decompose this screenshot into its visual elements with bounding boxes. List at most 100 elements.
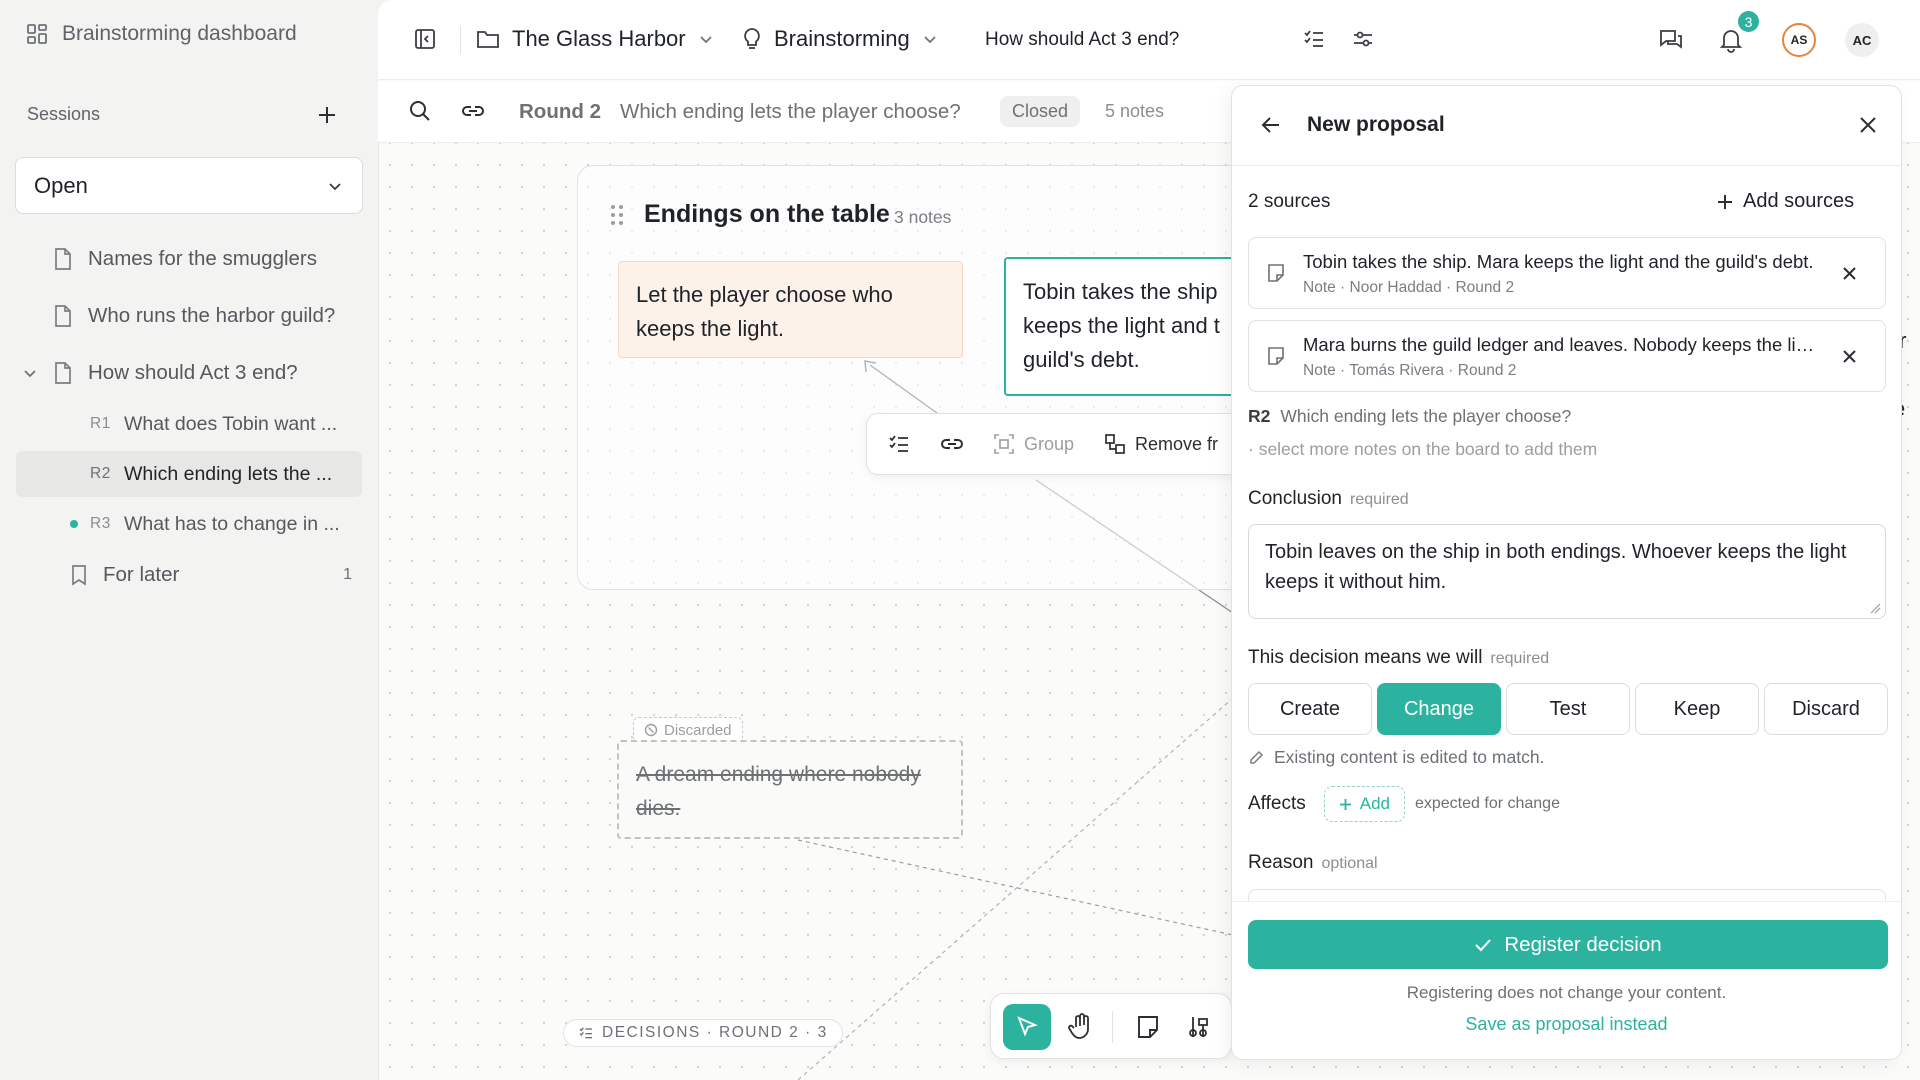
document-icon <box>52 304 74 328</box>
remove-source-icon[interactable] <box>1842 266 1857 281</box>
sidebar-round-r1[interactable]: R1 What does Tobin want ... <box>16 401 362 447</box>
source-card[interactable]: Tobin takes the ship. Mara keeps the lig… <box>1248 237 1886 309</box>
reason-label: Reason <box>1248 852 1314 873</box>
register-note: Registering does not change your content… <box>1406 983 1727 1002</box>
round-label: What does Tobin want ... <box>124 412 338 435</box>
collapse-sidebar-icon[interactable] <box>413 27 439 53</box>
round-tag: R3 <box>90 515 111 532</box>
chevron-down-icon[interactable] <box>22 365 38 381</box>
mode-selector[interactable]: Brainstorming <box>742 26 938 52</box>
group-count: 3 notes <box>894 207 952 227</box>
sidebar-item-for-later[interactable]: For later 1 <box>0 552 352 598</box>
group-icon <box>993 433 1015 455</box>
source-card[interactable]: Mara burns the guild ledger and leaves. … <box>1248 320 1886 392</box>
lightbulb-icon <box>742 27 762 51</box>
decision-label: This decision means we will <box>1248 647 1483 668</box>
conclusion-input[interactable]: Tobin leaves on the ship in both endings… <box>1248 524 1886 619</box>
add-session-button[interactable] <box>314 102 340 128</box>
affects-hint: expected for change <box>1414 795 1560 812</box>
sidebar-item-smugglers[interactable]: Names for the smugglers <box>0 236 360 282</box>
decision-tool-button[interactable] <box>1175 1004 1223 1050</box>
remove-source-icon[interactable] <box>1842 349 1857 364</box>
decision-create-button[interactable]: Create <box>1248 683 1372 735</box>
required-hint: required <box>1350 491 1409 508</box>
affects-add-button[interactable]: Add <box>1323 786 1405 822</box>
note-line: Tobin takes the ship <box>1023 279 1218 304</box>
sidebar-item-label: Who runs the harbor guild? <box>88 304 336 327</box>
round-label: Round 2 <box>519 100 601 123</box>
search-icon[interactable] <box>408 99 434 125</box>
link-icon[interactable] <box>939 432 965 456</box>
pointer-icon <box>1014 1014 1040 1040</box>
selection-toolbar: Group Remove fr <box>866 413 1266 475</box>
note-icon <box>1136 1014 1160 1040</box>
sidebar-item-harbor-guild[interactable]: Who runs the harbor guild? <box>0 293 360 339</box>
note-line: guild's debt. <box>1023 347 1140 372</box>
project-selector[interactable]: The Glass Harbor <box>476 26 714 52</box>
notes-count: 5 notes <box>1105 101 1165 121</box>
remove-from-group-button[interactable]: Remove fr <box>1104 433 1218 455</box>
avatar[interactable]: AC <box>1845 23 1879 57</box>
document-icon <box>52 247 74 271</box>
session-filter-select[interactable]: Open <box>15 157 363 214</box>
sessions-heading: Sessions <box>27 104 101 124</box>
decision-type-selector: Create Change Test Keep Discard <box>1248 683 1888 735</box>
session-question[interactable]: How should Act 3 end? <box>985 29 1179 51</box>
decision-discard-button[interactable]: Discard <box>1764 683 1888 735</box>
decisions-group-tag[interactable]: DECISIONS · ROUND 2 · 3 <box>563 1019 843 1047</box>
sidebar-item-act-3[interactable]: How should Act 3 end? <box>0 350 360 396</box>
sidebar-round-r2[interactable]: R2 Which ending lets the ... <box>16 451 362 497</box>
add-note-button[interactable] <box>1124 1004 1172 1050</box>
discard-circle-icon <box>644 723 658 737</box>
sidebar: Brainstorming dashboard Sessions Open Na… <box>0 0 378 1080</box>
filter-sliders-icon[interactable] <box>1351 27 1377 53</box>
source-meta: Note · Tomás Rivera · Round 2 <box>1303 362 1517 379</box>
note-icon <box>1267 263 1285 283</box>
top-bar: The Glass Harbor Brainstorming How shoul… <box>378 0 1920 80</box>
sticky-note-selected[interactable]: Tobin takes the ship keeps the light and… <box>1004 257 1264 396</box>
add-sources-button[interactable]: Add sources <box>1717 190 1854 213</box>
sidebar-round-r3[interactable]: R3 What has to change in ... <box>16 501 362 547</box>
mode-name: Brainstorming <box>774 26 910 51</box>
back-arrow-icon[interactable] <box>1260 114 1282 136</box>
register-decision-button[interactable]: Register decision <box>1248 920 1888 969</box>
affects-add-label: Add <box>1359 794 1390 813</box>
group-title[interactable]: Endings on the table <box>644 200 890 229</box>
hand-icon <box>1068 1013 1094 1041</box>
note-line: keeps the light and t <box>1023 313 1220 338</box>
resize-handle-icon[interactable] <box>1869 602 1881 614</box>
group-button[interactable]: Group <box>993 433 1074 455</box>
sticky-note-discarded[interactable]: A dream ending where nobody dies. <box>617 740 963 839</box>
note-icon <box>1267 346 1285 366</box>
chevron-down-icon <box>922 31 938 47</box>
round-tag: R2 <box>1248 406 1271 426</box>
close-icon[interactable] <box>1859 116 1877 134</box>
round-question: Which ending lets the player choose? <box>620 100 961 123</box>
comments-icon[interactable] <box>1658 27 1684 53</box>
avatar[interactable]: AS <box>1782 23 1816 57</box>
decision-test-button[interactable]: Test <box>1506 683 1630 735</box>
drag-handle-icon[interactable] <box>610 204 624 226</box>
project-name: The Glass Harbor <box>512 26 686 51</box>
for-later-label: For later <box>103 563 180 586</box>
link-icon[interactable] <box>460 99 486 125</box>
sticky-note[interactable]: Let the player choose who keeps the ligh… <box>618 261 963 358</box>
folder-icon <box>476 28 500 50</box>
conclusion-heading: Conclusion required <box>1248 488 1409 510</box>
optional-hint: optional <box>1321 855 1378 872</box>
notification-badge: 3 <box>1736 9 1761 34</box>
remove-label: Remove fr <box>1135 433 1219 454</box>
register-label: Register decision <box>1504 932 1662 956</box>
sidebar-item-label: How should Act 3 end? <box>88 361 298 384</box>
dashboard-link[interactable]: Brainstorming dashboard <box>26 22 297 46</box>
decision-keep-button[interactable]: Keep <box>1635 683 1759 735</box>
pan-tool-button[interactable] <box>1057 1004 1105 1050</box>
decision-hint-text: Existing content is edited to match. <box>1274 747 1545 767</box>
checklist-icon <box>578 1025 594 1041</box>
checklist-icon[interactable] <box>1302 27 1328 53</box>
decision-change-button[interactable]: Change <box>1377 683 1501 735</box>
checklist-icon[interactable] <box>887 432 911 456</box>
select-tool-button[interactable] <box>1003 1004 1051 1050</box>
save-as-proposal-link[interactable]: Save as proposal instead <box>1232 1014 1901 1035</box>
panel-title: New proposal <box>1307 113 1445 136</box>
